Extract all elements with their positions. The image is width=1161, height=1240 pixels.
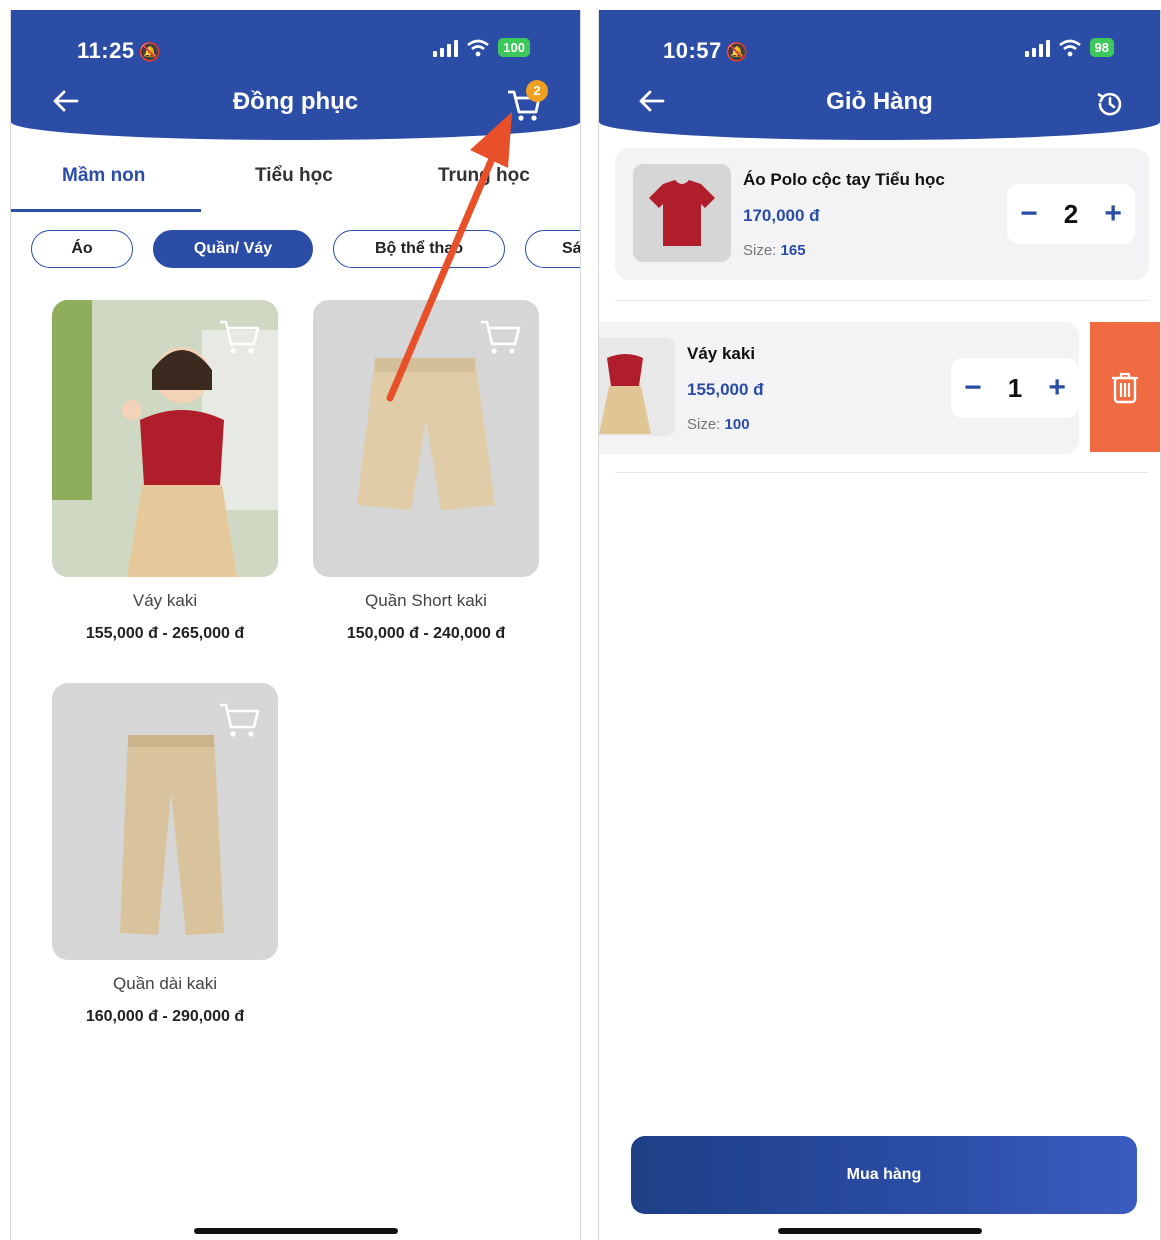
cart-item-price: 155,000 đ <box>687 380 764 399</box>
home-indicator <box>193 1228 398 1234</box>
cart-item-size: Size: 100 <box>687 416 750 433</box>
cart-button[interactable]: 2 <box>504 80 548 124</box>
chip-more[interactable]: Sá <box>525 230 580 268</box>
divider <box>615 472 1149 473</box>
quantity-stepper: − 2 + <box>1007 184 1135 244</box>
decrease-quantity-button[interactable]: − <box>1020 199 1038 229</box>
decrease-quantity-button[interactable]: − <box>964 373 982 403</box>
status-indicators: 98 <box>1024 38 1114 57</box>
checkout-button[interactable]: Mua hàng <box>631 1136 1137 1214</box>
level-tabs: Mầm non Tiểu học Trung học <box>11 165 580 215</box>
product-image <box>313 300 539 577</box>
battery-indicator: 98 <box>1089 38 1114 57</box>
add-to-cart-icon[interactable] <box>479 316 523 356</box>
wifi-icon <box>467 39 490 56</box>
cart-count-badge: 2 <box>526 80 548 102</box>
add-to-cart-icon[interactable] <box>218 699 262 739</box>
cart-item-swiped: Váy kaki 155,000 đ Size: 100 − 1 + <box>599 322 1079 454</box>
cart-item-name: Áo Polo cộc tay Tiểu học <box>743 170 945 189</box>
status-indicators: 100 <box>433 38 530 57</box>
history-icon[interactable] <box>1094 88 1126 120</box>
signal-icon <box>1024 39 1050 57</box>
increase-quantity-button[interactable]: + <box>1104 199 1122 229</box>
polo-shirt-illustration <box>649 180 715 246</box>
cart-item-image <box>599 338 675 436</box>
wifi-icon <box>1058 39 1081 56</box>
product-image <box>52 683 278 960</box>
active-tab-indicator <box>11 209 201 212</box>
kaki-skirt-photo <box>599 338 675 436</box>
tab-tieu-hoc[interactable]: Tiểu học <box>255 165 333 187</box>
product-image <box>52 300 278 577</box>
quantity-value: 1 <box>1007 372 1023 403</box>
quantity-stepper: − 1 + <box>951 358 1079 418</box>
chip-quan-vay[interactable]: Quần/ Váy <box>153 230 313 268</box>
page-title: Giỏ Hàng <box>826 88 933 115</box>
battery-indicator: 100 <box>498 38 530 57</box>
product-price: 160,000 đ - 290,000 đ <box>85 1008 245 1025</box>
home-indicator <box>777 1228 982 1234</box>
delete-item-button[interactable] <box>1090 322 1160 452</box>
quantity-value: 2 <box>1063 198 1079 229</box>
tab-trung-hoc[interactable]: Trung học <box>438 165 530 187</box>
product-price: 150,000 đ - 240,000 đ <box>346 625 506 642</box>
product-card[interactable]: Váy kaki 155,000 đ - 265,000 đ <box>52 300 278 643</box>
cart-item: Áo Polo cộc tay Tiểu học 170,000 đ Size:… <box>615 148 1149 280</box>
signal-icon <box>433 39 459 57</box>
page-title: Đồng phục <box>232 88 359 115</box>
cart-item-name: Váy kaki <box>687 344 756 363</box>
cart-screen: 10:57 🔕 98 Giỏ Hàng Áo Polo cộc tay Tiểu… <box>598 10 1161 1240</box>
chip-ao[interactable]: Áo <box>31 230 133 268</box>
cart-item-image <box>633 164 731 262</box>
product-name: Quần dài kaki <box>113 974 217 993</box>
product-card[interactable]: Quần Short kaki 150,000 đ - 240,000 đ <box>313 300 539 643</box>
product-price: 155,000 đ - 265,000 đ <box>85 625 245 642</box>
bell-muted-icon: 🔕 <box>725 42 749 62</box>
product-card[interactable]: Quần dài kaki 160,000 đ - 290,000 đ <box>52 683 278 1026</box>
product-name: Quần Short kaki <box>365 591 487 610</box>
cart-item-size: Size: 165 <box>743 242 806 259</box>
uniform-catalog-screen: 11:25 🔕 100 Đồng phục 2 Mầm non Tiểu học… <box>10 10 581 1240</box>
divider <box>615 300 1149 301</box>
header: 11:25 🔕 100 Đồng phục 2 <box>11 10 580 140</box>
cart-item-price: 170,000 đ <box>743 206 820 225</box>
header: 10:57 🔕 98 Giỏ Hàng <box>599 10 1160 140</box>
product-name: Váy kaki <box>132 591 198 610</box>
chip-bo-the-thao[interactable]: Bộ thể thao <box>333 230 505 268</box>
bell-muted-icon: 🔕 <box>138 42 162 62</box>
status-time: 11:25 🔕 <box>77 38 162 63</box>
tab-mam-non[interactable]: Mầm non <box>62 165 145 187</box>
increase-quantity-button[interactable]: + <box>1048 373 1066 403</box>
status-time: 10:57 🔕 <box>663 38 749 63</box>
category-chips: Áo Quần/ Váy Bộ thể thao Sá <box>31 230 580 270</box>
trash-icon <box>1112 372 1138 404</box>
add-to-cart-icon[interactable] <box>218 316 262 356</box>
